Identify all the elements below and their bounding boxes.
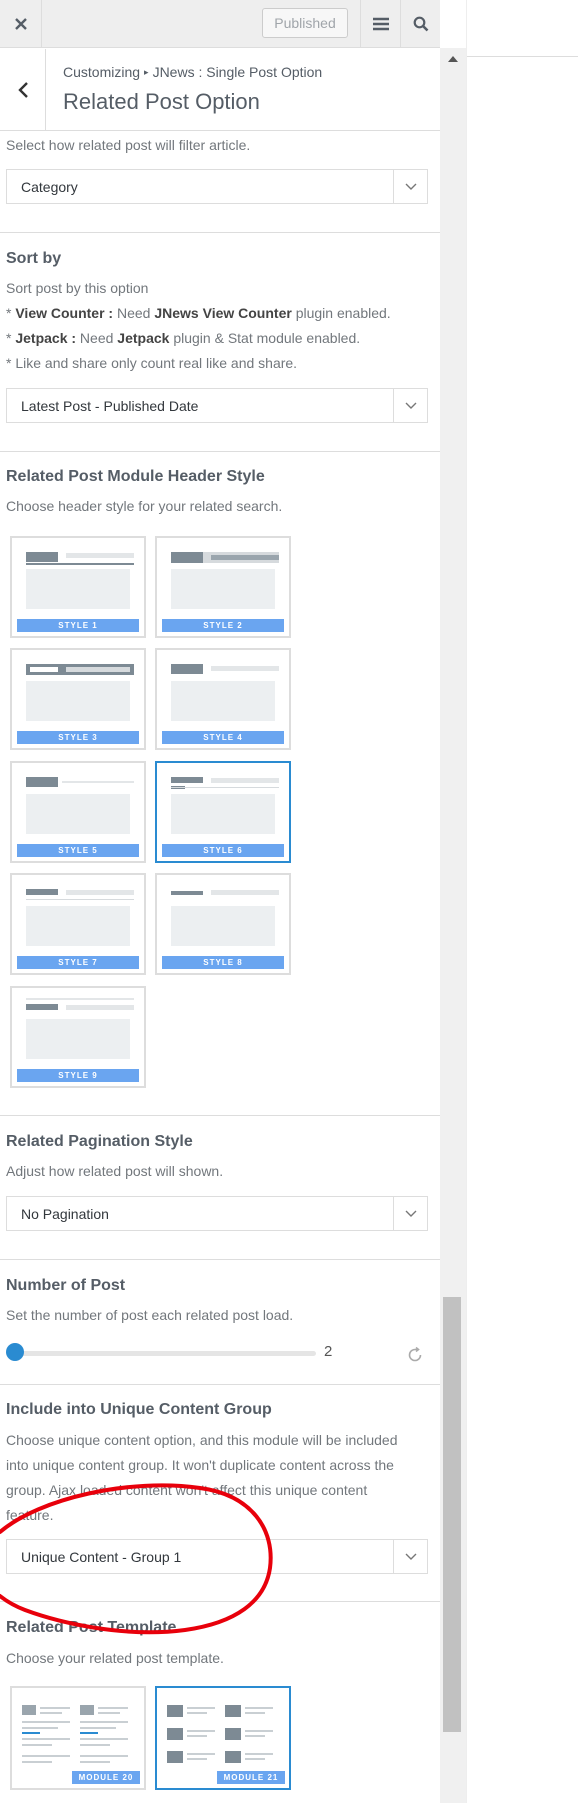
post-count-slider-track[interactable]: [12, 1351, 316, 1356]
style-label: STYLE 6: [162, 844, 284, 857]
post-count-slider-handle[interactable]: [6, 1343, 24, 1361]
header-style-title: Related Post Module Header Style: [6, 468, 265, 485]
chevron-down-icon: [393, 170, 427, 203]
breadcrumb: Customizing ▸ JNews : Single Post Option: [63, 64, 322, 80]
sort-select-value: Latest Post - Published Date: [21, 398, 199, 414]
style-label: STYLE 3: [17, 731, 139, 744]
pagination-description: Adjust how related post will shown.: [6, 1163, 224, 1179]
hamburger-icon: [372, 17, 389, 31]
style-option-2[interactable]: STYLE 2: [155, 536, 291, 638]
sort-desc-line: * Like and share only count real like an…: [6, 355, 298, 371]
scroll-up-arrow-icon[interactable]: [448, 56, 458, 62]
breadcrumb-separator: ▸: [144, 67, 149, 77]
close-icon: [14, 18, 27, 30]
template-option-module-20[interactable]: MODULE 20: [10, 1686, 146, 1790]
unique-content-select[interactable]: Unique Content - Group 1: [6, 1539, 428, 1574]
style-label: STYLE 8: [162, 956, 284, 969]
sort-title: Sort by: [6, 250, 62, 267]
module-label: MODULE 21: [217, 1771, 285, 1784]
style-option-6[interactable]: STYLE 6: [155, 761, 291, 863]
chevron-left-icon: [17, 82, 28, 98]
template-option-module-21[interactable]: MODULE 21: [155, 1686, 291, 1790]
pagination-select[interactable]: No Pagination: [6, 1196, 428, 1231]
header-style-description: Choose header style for your related sea…: [6, 498, 283, 514]
filter-select-value: Category: [21, 179, 78, 195]
module-label: MODULE 20: [72, 1771, 140, 1784]
section-divider: [0, 232, 440, 233]
breadcrumb-section: JNews : Single Post Option: [152, 64, 323, 80]
section-divider: [0, 451, 440, 452]
search-button[interactable]: [400, 0, 440, 48]
reset-icon: [408, 1346, 422, 1362]
filter-description: Select how related post will filter arti…: [6, 137, 251, 153]
style-label: STYLE 9: [17, 1069, 139, 1082]
style-label: STYLE 4: [162, 731, 284, 744]
customizer-header: Published: [0, 0, 440, 48]
search-icon: [413, 16, 428, 32]
post-count-value: 2: [324, 1343, 333, 1360]
section-title-bar: Customizing ▸ JNews : Single Post Option R…: [0, 49, 440, 131]
style-option-8[interactable]: STYLE 8: [155, 873, 291, 975]
sort-description: Sort post by this option * View Counter …: [6, 276, 426, 376]
sort-desc-line: Sort post by this option: [6, 280, 149, 296]
reset-button[interactable]: [406, 1346, 426, 1366]
style-label: STYLE 1: [17, 619, 139, 632]
pagination-title: Related Pagination Style: [6, 1133, 193, 1150]
style-label: STYLE 2: [162, 619, 284, 632]
style-option-1[interactable]: STYLE 1: [10, 536, 146, 638]
style-option-3[interactable]: STYLE 3: [10, 648, 146, 750]
published-button[interactable]: Published: [262, 8, 348, 38]
style-option-5[interactable]: STYLE 5: [10, 761, 146, 863]
unique-content-title: Include into Unique Content Group: [6, 1401, 272, 1418]
back-button[interactable]: [0, 49, 46, 131]
style-option-7[interactable]: STYLE 7: [10, 873, 146, 975]
breadcrumb-root: Customizing: [63, 64, 141, 80]
number-of-post-title: Number of Post: [6, 1277, 126, 1294]
unique-content-select-value: Unique Content - Group 1: [21, 1549, 182, 1565]
chevron-down-icon: [393, 1540, 427, 1573]
chevron-down-icon: [393, 389, 427, 422]
sort-select[interactable]: Latest Post - Published Date: [6, 388, 428, 423]
style-label: STYLE 7: [17, 956, 139, 969]
section-divider: [0, 1601, 440, 1602]
template-title: Related Post Template: [6, 1619, 177, 1636]
menu-button[interactable]: [360, 0, 400, 48]
close-button[interactable]: [0, 0, 42, 48]
preview-divider: [467, 56, 578, 57]
chevron-down-icon: [393, 1197, 427, 1230]
sort-desc-line: * View Counter : Need JNews View Counter…: [6, 305, 391, 321]
site-preview: [466, 0, 578, 1803]
section-divider: [0, 1259, 440, 1260]
pagination-select-value: No Pagination: [21, 1206, 109, 1222]
scrollbar-thumb[interactable]: [443, 1297, 461, 1732]
section-divider: [0, 1384, 440, 1385]
sort-desc-line: * Jetpack : Need Jetpack plugin & Stat m…: [6, 330, 361, 346]
customizer-panel: Published Customizing ▸ JNews : Single Pos…: [0, 0, 440, 1803]
page-title: Related Post Option: [63, 89, 260, 114]
number-of-post-description: Set the number of post each related post…: [6, 1307, 294, 1323]
style-option-4[interactable]: STYLE 4: [155, 648, 291, 750]
filter-select[interactable]: Category: [6, 169, 428, 204]
style-label: STYLE 5: [17, 844, 139, 857]
section-divider: [0, 1115, 440, 1116]
template-description: Choose your related post template.: [6, 1650, 224, 1666]
unique-content-description: Choose unique content option, and this m…: [6, 1432, 398, 1523]
style-option-9[interactable]: STYLE 9: [10, 986, 146, 1088]
